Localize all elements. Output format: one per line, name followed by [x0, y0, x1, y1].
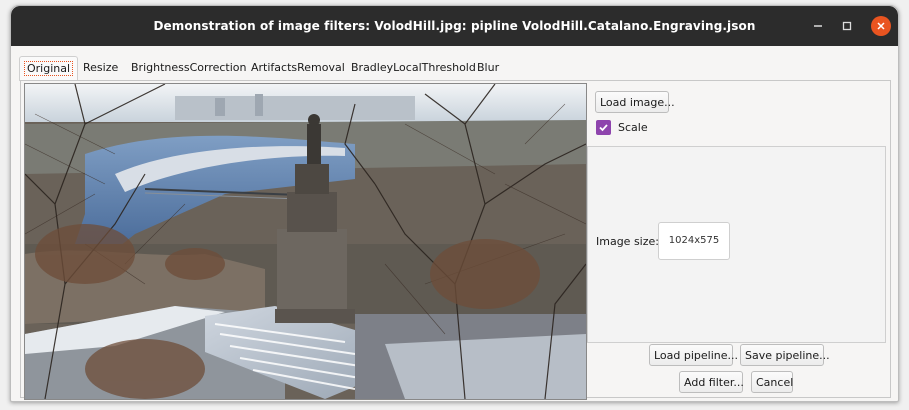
tab-blur[interactable]: Blur — [473, 56, 503, 80]
checkmark-icon — [599, 124, 608, 132]
tab-bradley-local-threshold[interactable]: BradleyLocalThreshold — [347, 56, 480, 80]
image-size-label: Image size: — [596, 235, 659, 248]
tab-resize[interactable]: Resize — [79, 56, 122, 80]
save-pipeline-button[interactable]: Save pipeline... — [740, 344, 830, 366]
tab-original[interactable]: Original — [19, 56, 79, 81]
minimize-icon — [814, 25, 822, 27]
close-button[interactable] — [871, 16, 891, 36]
app-window: Demonstration of image filters: VolodHil… — [10, 5, 899, 402]
maximize-button[interactable] — [837, 16, 857, 36]
window-title: Demonstration of image filters: VolodHil… — [153, 19, 756, 33]
load-image-button[interactable]: Load image... — [595, 91, 675, 113]
load-pipeline-button[interactable]: Load pipeline... — [649, 344, 738, 366]
add-filter-button[interactable]: Add filter... — [679, 371, 744, 393]
scale-label: Scale — [618, 121, 648, 134]
title-bar[interactable]: Demonstration of image filters: VolodHil… — [11, 6, 898, 46]
tab-artifacts-removal[interactable]: ArtifactsRemoval — [247, 56, 349, 80]
cancel-button[interactable]: Cancel — [751, 371, 793, 393]
maximize-icon — [842, 21, 852, 31]
image-preview — [24, 83, 587, 400]
tab-original-label: Original — [24, 61, 74, 76]
close-icon — [877, 22, 885, 30]
image-info-box: Image size: 1024x575 — [587, 146, 886, 343]
scale-checkbox[interactable] — [596, 120, 611, 135]
minimize-button[interactable] — [808, 16, 828, 36]
tab-brightness-correction[interactable]: BrightnessCorrection — [127, 56, 251, 80]
image-size-value: 1024x575 — [658, 222, 730, 260]
